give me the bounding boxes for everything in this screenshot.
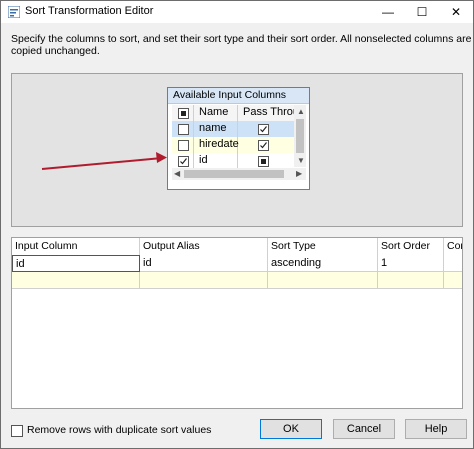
column-header-pass-through[interactable]: Pass Throu...	[238, 105, 294, 121]
output-alias-cell[interactable]: id	[140, 255, 268, 272]
scroll-up-icon[interactable]: ▲	[297, 107, 305, 117]
header-output-alias[interactable]: Output Alias	[140, 238, 268, 255]
sort-columns-grid: Input Column Output Alias Sort Type Sort…	[11, 237, 463, 409]
column-name-label: hiredate	[194, 137, 239, 153]
instructions-text: Specify the columns to sort, and set the…	[11, 33, 472, 57]
horizontal-scrollbar[interactable]: ◀ ▶	[172, 168, 306, 180]
remove-duplicates-checkbox[interactable]	[11, 425, 23, 437]
column-name-label: name	[194, 121, 238, 137]
vertical-scroll-thumb[interactable]	[296, 119, 304, 153]
pass-through-checkbox[interactable]	[258, 140, 269, 151]
header-sort-order[interactable]: Sort Order	[378, 238, 444, 255]
pass-through-checkbox[interactable]	[258, 124, 269, 135]
horizontal-scroll-thumb[interactable]	[184, 170, 284, 178]
available-columns-header-row: Name Pass Throu...	[172, 105, 294, 122]
list-item[interactable]: id	[172, 153, 294, 169]
scroll-down-icon[interactable]: ▼	[297, 156, 305, 166]
pass-through-checkbox[interactable]	[258, 156, 269, 167]
ok-button[interactable]: OK	[260, 419, 322, 439]
ssis-app-icon	[8, 6, 20, 18]
new-row[interactable]	[12, 272, 462, 289]
title-bar[interactable]: Sort Transformation Editor — ☐ ✕	[1, 1, 473, 23]
new-sort-type-cell[interactable]	[268, 272, 378, 289]
column-header-name[interactable]: Name	[194, 105, 238, 121]
cancel-button[interactable]: Cancel	[333, 419, 395, 439]
header-comparison-flags[interactable]: Com	[444, 238, 462, 255]
vertical-scrollbar[interactable]: ▲ ▼	[294, 105, 306, 167]
select-column-checkbox[interactable]	[178, 140, 189, 151]
new-sort-order-cell[interactable]	[378, 272, 444, 289]
minimize-icon[interactable]: —	[371, 1, 405, 23]
select-all-checkbox[interactable]	[178, 108, 189, 119]
available-columns-header: Available Input Columns	[168, 88, 309, 104]
new-input-column-cell[interactable]	[12, 272, 140, 289]
comparison-flags-cell[interactable]	[444, 255, 462, 272]
list-item[interactable]: hiredate	[172, 137, 294, 153]
sort-grid-header: Input Column Output Alias Sort Type Sort…	[12, 238, 462, 256]
new-output-alias-cell[interactable]	[140, 272, 268, 289]
remove-duplicates-label[interactable]: Remove rows with duplicate sort values	[27, 424, 211, 436]
scroll-left-icon[interactable]: ◀	[174, 169, 180, 179]
header-input-column[interactable]: Input Column	[12, 238, 140, 255]
sort-transformation-editor-window: Sort Transformation Editor — ☐ ✕ Specify…	[0, 0, 474, 449]
scroll-right-icon[interactable]: ▶	[296, 169, 302, 179]
close-icon[interactable]: ✕	[439, 1, 473, 23]
new-comparison-cell[interactable]	[444, 272, 462, 289]
available-input-columns-panel: Available Input Columns Name Pass Throu.…	[167, 87, 310, 190]
list-item[interactable]: name	[172, 121, 294, 137]
input-column-cell[interactable]: id	[12, 255, 140, 272]
select-column-checkbox[interactable]	[178, 124, 189, 135]
header-sort-type[interactable]: Sort Type	[268, 238, 378, 255]
maximize-icon[interactable]: ☐	[405, 1, 439, 23]
columns-canvas: Available Input Columns Name Pass Throu.…	[11, 73, 463, 227]
sort-type-cell[interactable]: ascending	[268, 255, 378, 272]
pointer-arrow-icon	[41, 152, 167, 170]
select-column-checkbox[interactable]	[178, 156, 189, 167]
table-row[interactable]: id id ascending 1	[12, 255, 462, 272]
help-button[interactable]: Help	[405, 419, 467, 439]
window-title: Sort Transformation Editor	[25, 5, 154, 17]
column-name-label: id	[194, 153, 238, 169]
sort-order-cell[interactable]: 1	[378, 255, 444, 272]
